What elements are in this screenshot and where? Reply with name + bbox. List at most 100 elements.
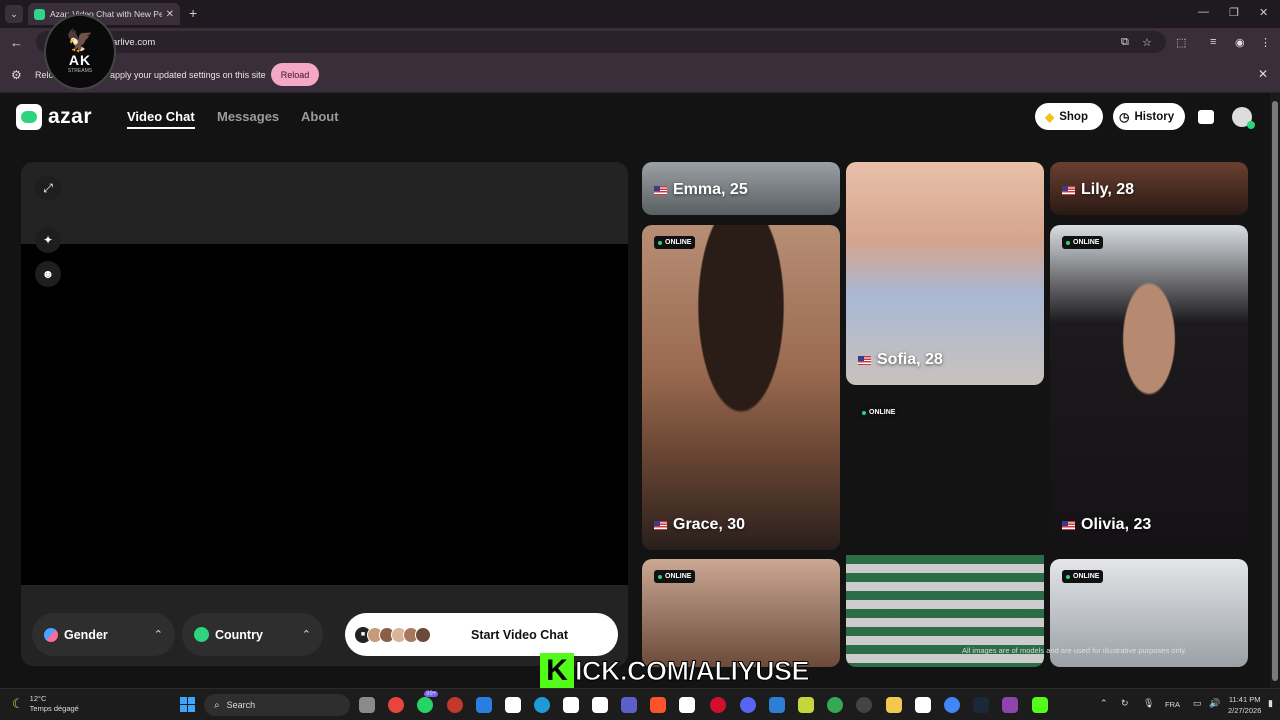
opera-gx-icon[interactable] [710,697,726,713]
volume-icon[interactable]: 🔊 [1209,698,1220,709]
profile-card-emma[interactable]: Emma, 25 [642,162,840,215]
brand-name: azar [48,105,93,128]
weather-temp: 12°C [29,694,47,703]
disclaimer-text: All images are of models and are used fo… [962,646,1187,655]
extensions-icon[interactable]: ⬚ [1176,36,1186,49]
sync-icon[interactable]: ↻ [1121,698,1129,709]
kick-overlay: K ICK.COM/ALIYUSE [540,652,810,690]
shop-button[interactable]: ◆ Shop [1035,103,1103,130]
us-flag-icon [654,185,667,195]
taskbar-search[interactable]: ⌕ Search [204,694,350,716]
app-icon-yellow[interactable] [798,697,814,713]
edge-icon[interactable] [534,697,550,713]
obs-icon[interactable] [856,697,872,713]
taskbar-clock[interactable]: 11:41 PM 2/27/2026 [1228,694,1261,716]
task-view-icon[interactable] [359,697,375,713]
capcut-icon[interactable] [505,697,521,713]
start-video-chat-label: Start Video Chat [470,627,568,642]
capcut-icon-2[interactable] [563,697,579,713]
reload-button[interactable]: Reload [271,63,319,86]
address-bar-row: ← arlive.com ⧉ ☆ ⬚ ≡ ◉ ⋮ [0,28,1280,57]
tab-search-button[interactable]: ⌄ [5,5,23,23]
gender-filter-button[interactable]: Gender ⌃ [32,613,175,656]
chrome-icon-2[interactable] [944,697,960,713]
country-label: Country [215,627,263,642]
country-filter-button[interactable]: Country ⌃ [182,613,323,656]
globe-icon [194,627,209,642]
user-avatar-icon[interactable] [1230,105,1255,129]
infobar-close-icon[interactable]: ✕ [1258,67,1268,81]
tray-chevron-icon[interactable]: ⌃ [1100,698,1108,709]
capcut-icon-4[interactable] [679,697,695,713]
capcut-icon-3[interactable] [592,697,608,713]
azar-favicon-icon [34,8,45,20]
notification-icon[interactable]: ▮ [1268,698,1273,709]
tab-close-icon[interactable]: ✕ [166,9,174,20]
profile-card-grace[interactable]: ONLINE Grace, 30 [642,225,840,550]
nav-about[interactable]: About [301,109,339,124]
online-badge: ONLINE [1062,570,1104,583]
clock-date: 2/27/2026 [1228,706,1262,715]
magic-wand-icon[interactable]: ✦ [35,227,61,253]
face-filter-icon[interactable]: ☻ [35,261,61,287]
brave-icon[interactable] [650,697,666,713]
bookmark-star-icon[interactable]: ☆ [1142,36,1152,49]
start-video-chat-button[interactable]: ■ Start Video Chat [345,613,618,656]
nav-video-chat[interactable]: Video Chat [127,109,195,129]
outlook-icon[interactable] [476,697,492,713]
windows-start-icon[interactable] [180,697,195,712]
expand-icon[interactable]: ⤢ [35,175,61,201]
reading-list-icon[interactable]: ≡ [1210,36,1216,48]
online-badge: ONLINE [1062,236,1104,249]
window-close-icon[interactable]: ✕ [1259,6,1268,19]
url-text[interactable]: arlive.com [112,37,155,48]
profile-card-bottom-left[interactable]: ONLINE [642,559,840,667]
cast-icon[interactable]: ⧉ [1121,36,1129,49]
microphone-icon[interactable]: 🎙 [1143,698,1154,709]
profile-card-sofia[interactable]: Sofia, 28 [846,162,1044,385]
capcut-icon-5[interactable] [915,697,931,713]
us-flag-icon [1062,185,1075,195]
steam-icon[interactable] [973,697,989,713]
menu-kebab-icon[interactable]: ⋮ [1260,36,1271,49]
gem-icon: ◆ [1045,109,1055,124]
opera-icon[interactable] [447,697,463,713]
weather-widget[interactable]: ☾ 12°C Temps dégagé [12,694,79,714]
logo-subtext: STREAMS [67,68,93,74]
kick-logo-icon: K [540,653,574,689]
video-panel: ⤢ ✦ ☻ Gender ⌃ Country ⌃ ■ Start Video C… [21,162,628,666]
online-badge: ONLINE [654,570,696,583]
profile-name: Grace, 30 [654,516,745,534]
new-tab-button[interactable]: + [189,5,197,21]
page-scrollbar[interactable] [1270,93,1280,688]
whatsapp-icon[interactable] [417,697,433,713]
profile-card-street[interactable]: ONLINE [846,395,1044,667]
omnibox[interactable] [36,31,1166,53]
history-button[interactable]: ◷ History [1113,103,1185,130]
profile-card-lily[interactable]: Lily, 28 [1050,162,1248,215]
kick-icon[interactable] [1032,697,1048,713]
game-icon[interactable] [1002,697,1018,713]
maximize-icon[interactable]: ❐ [1229,6,1239,19]
remote-desktop-icon[interactable] [769,697,785,713]
preview-faces: ■ [355,626,431,643]
browser-tab[interactable]: Azar: Video Chat with New Peo ✕ [28,3,180,25]
chevron-up-icon: ⌃ [153,629,163,641]
profile-icon[interactable]: ◉ [1235,36,1245,49]
file-explorer-icon[interactable] [886,697,902,713]
nav-messages[interactable]: Messages [217,109,279,124]
chrome-canary-icon[interactable] [827,697,843,713]
chrome-icon[interactable] [388,697,404,713]
stream-logo-overlay: 🦅 AK STREAMS [44,14,116,90]
network-icon[interactable]: ▭ [1193,698,1202,709]
gender-icon [44,627,58,642]
azar-logo[interactable]: azar [16,104,92,130]
minimize-icon[interactable]: — [1198,6,1209,18]
back-icon[interactable]: ← [10,35,23,50]
teams-icon[interactable] [621,697,637,713]
profile-card-olivia[interactable]: ONLINE Olivia, 23 [1050,225,1248,550]
language-indicator[interactable]: FRA [1165,700,1180,709]
windows-taskbar: ☾ 12°C Temps dégagé ⌕ Search 99+ ⌃ ↻ 🎙 F… [0,688,1280,720]
inbox-icon[interactable] [1194,105,1218,129]
discord-icon[interactable] [740,697,756,713]
